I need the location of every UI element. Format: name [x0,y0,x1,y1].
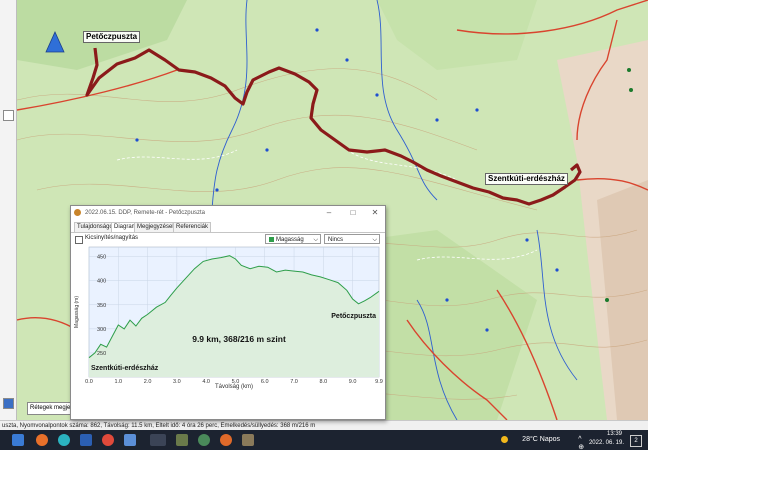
app-icon[interactable] [124,434,136,446]
x-tick-label: 0.0 [85,379,93,385]
zoom-checkbox[interactable] [75,236,83,244]
globe-icon[interactable] [198,434,210,446]
maximize-button[interactable]: □ [345,206,361,220]
track-diagram-dialog: 2022.06.15. DDP, Remete-rét - Petőczpusz… [70,205,386,420]
tab-references[interactable]: Referenciák [173,222,212,232]
series-color-swatch [269,236,274,242]
x-tick-label: 8.0 [320,379,328,385]
plane-icon[interactable] [176,434,188,446]
x-tick-label: 9.9 [375,379,383,385]
panel-collapse-button[interactable] [3,398,14,409]
y-tick-label: 300 [97,327,106,333]
y-tick-label: 400 [97,279,106,285]
secondary-select-value: Nincs [328,237,344,243]
series-select-value: Magasság [276,237,304,243]
elevation-chart: 250300350400450 0.0 1.0 2.0 3.0 4.0 5.0 6.0 7.0… [74,246,383,390]
y-axis-label: Magasság (m) [74,296,80,328]
chrome-icon[interactable] [102,434,114,446]
x-tick-label: 7.0 [290,379,298,385]
series-select[interactable]: Magasság ⌵ [265,234,321,244]
y-tick-label: 350 [97,303,106,309]
y-tick-label: 250 [97,351,106,357]
chevron-down-icon: ⌵ [313,237,318,243]
chart-end-label: Petőczpuszta [331,313,376,320]
map-end-label: Szentkúti-erdészház [485,173,568,185]
app-window: Petőczpuszta Szentkúti-erdészház Rétegek… [0,0,648,450]
x-tick-label: 1.0 [114,379,122,385]
basecamp-icon[interactable] [150,434,166,446]
close-button[interactable]: ✕ [367,206,383,220]
tab-notes[interactable]: Megjegyzések [134,222,179,232]
x-tick-label: 6.0 [261,379,269,385]
x-tick-label: 3.0 [173,379,181,385]
side-panel [0,0,17,420]
minimize-button[interactable]: – [321,206,337,220]
weather-text[interactable]: 28°C Napos [522,436,560,443]
taskbar: 28°C Napos ^ ⊕ ◁) 13:39 2022. 06. 19. 2 [0,430,648,450]
tray-icons[interactable]: ^ ⊕ ◁) [578,436,586,450]
start-icon[interactable] [12,434,24,446]
clock-date[interactable]: 2022. 06. 19. [589,440,624,446]
chart-start-label: Szentkúti-erdészház [91,365,159,372]
x-tick-label: 9.0 [349,379,357,385]
tool-icon[interactable] [242,434,254,446]
x-axis-label: Távolság (km) [215,384,253,390]
map-start-label: Petőczpuszta [83,31,141,43]
dialog-title: 2022.06.15. DDP, Remete-rét - Petőczpusz… [85,210,205,216]
diagram-toolbar: Kicsinyítés/nagyítás Magasság ⌵ Nincs ⌵ [71,232,385,247]
word-icon[interactable] [80,434,92,446]
chart-annotation: 9.9 km, 368/216 m szint [192,334,286,344]
panel-toggle[interactable] [3,110,14,121]
secondary-select[interactable]: Nincs ⌵ [324,234,380,244]
sun-icon [501,436,508,443]
firefox-icon[interactable] [36,434,48,446]
edge-icon[interactable] [58,434,70,446]
app-icon [74,209,81,216]
dialog-title-bar: 2022.06.15. DDP, Remete-rét - Petőczpusz… [71,206,385,220]
zoom-checkbox-label: Kicsinyítés/nagyítás [85,235,139,241]
notifications-button[interactable]: 2 [630,435,642,447]
chevron-down-icon: ⌵ [372,237,377,243]
clock-time[interactable]: 13:39 [607,431,622,437]
y-tick-label: 450 [97,255,106,261]
x-tick-label: 4.0 [202,379,210,385]
x-tick-label: 2.0 [144,379,152,385]
firefox-icon-2[interactable] [220,434,232,446]
